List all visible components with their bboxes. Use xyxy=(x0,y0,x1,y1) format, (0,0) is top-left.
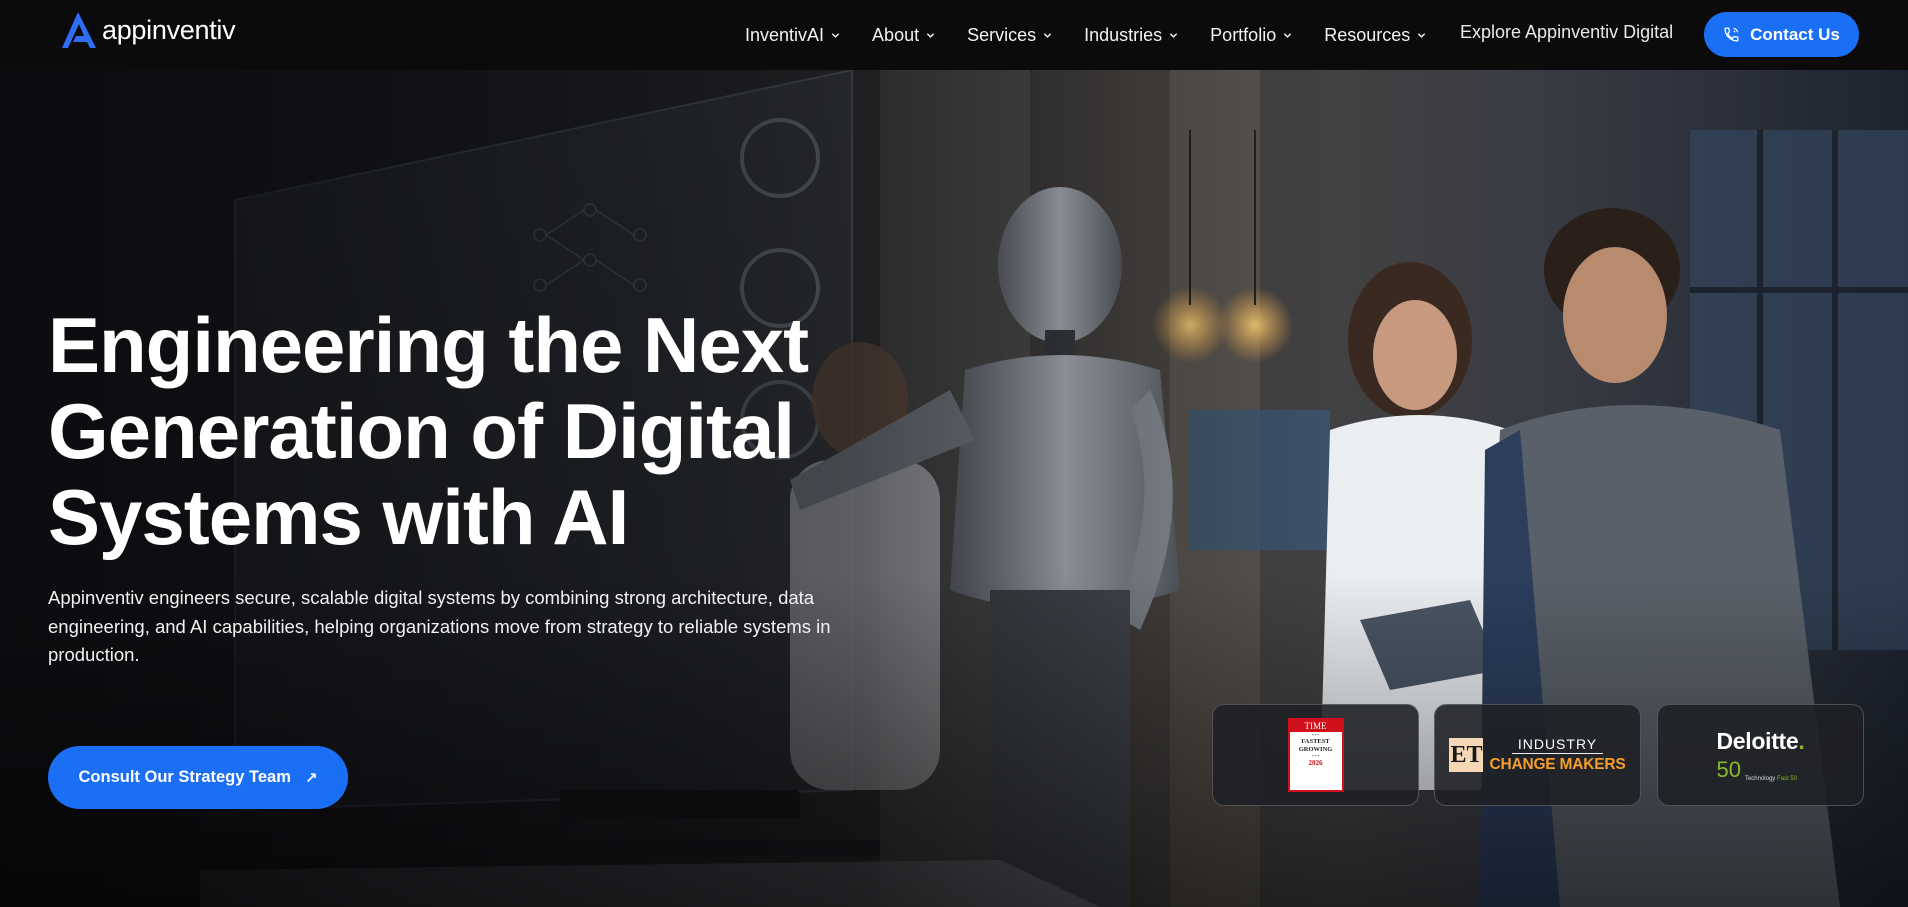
nav-label: About xyxy=(872,24,920,45)
et-line-2: CHANGE MAKERS xyxy=(1489,756,1626,773)
main-nav: InventivAI About Services Industries Por… xyxy=(745,0,1458,70)
chevron-down-icon xyxy=(1284,32,1292,38)
nav-label: Industries xyxy=(1084,24,1163,45)
et-badge: ET xyxy=(1449,738,1484,772)
nav-portfolio[interactable]: Portfolio xyxy=(1210,25,1292,46)
chevron-down-icon xyxy=(1418,32,1426,38)
chevron-down-icon xyxy=(831,32,840,38)
award-et-card: ET INDUSTRY CHANGE MAKERS xyxy=(1434,704,1641,806)
nav-about[interactable]: About xyxy=(872,25,935,46)
deloitte-fast50-logo: Deloitte. 50 Technology Fast 50 xyxy=(1716,728,1804,783)
hero-headline-line: Systems with AI xyxy=(48,473,629,561)
brand-name: appinventiv xyxy=(102,14,236,45)
award-deloitte-card: Deloitte. 50 Technology Fast 50 xyxy=(1657,704,1864,806)
nav-label: Resources xyxy=(1324,24,1411,45)
time-year: 2026 xyxy=(1308,759,1323,767)
arrow-up-right-icon: ↗ xyxy=(304,769,318,787)
nav-label: Services xyxy=(967,24,1037,45)
hero-description: Appinventiv engineers secure, scalable d… xyxy=(48,587,831,665)
site-header: appinventiv InventivAI About Services In… xyxy=(0,0,1908,70)
award-time-card: TIME ▪ ▪ ▪ FASTEST GROWING ▪ ▪ ▪ 2026 xyxy=(1212,704,1419,806)
hero-headline-line: Engineering the Next xyxy=(48,301,809,389)
time-line-1: FASTEST xyxy=(1301,738,1330,745)
nav-label: InventivAI xyxy=(745,24,825,45)
chevron-down-icon xyxy=(1043,32,1052,38)
time-line-2: GROWING xyxy=(1298,745,1333,753)
chevron-down-icon xyxy=(926,32,935,38)
time-fastest-growing-badge: TIME ▪ ▪ ▪ FASTEST GROWING ▪ ▪ ▪ 2026 xyxy=(1287,718,1344,792)
hero-headline-line: Generation of Digital xyxy=(48,387,795,475)
phone-icon xyxy=(1724,27,1739,42)
hero-headline: Engineering the Next Generation of Digit… xyxy=(48,302,848,560)
et-industry-changemakers-logo: ET INDUSTRY CHANGE MAKERS xyxy=(1449,736,1626,774)
nav-label: Portfolio xyxy=(1210,24,1277,45)
deloitte-name: Deloitte xyxy=(1716,727,1799,754)
nav-industries[interactable]: Industries xyxy=(1084,25,1178,46)
contact-us-label: Contact Us xyxy=(1750,24,1840,44)
time-masthead: TIME xyxy=(1289,720,1342,732)
appinventiv-logo-icon xyxy=(62,12,96,48)
contact-us-button[interactable]: Contact Us xyxy=(1704,12,1859,57)
nav-inventivai[interactable]: InventivAI xyxy=(745,25,840,46)
deloitte-subtitle: Technology Fast 50 xyxy=(1745,776,1797,783)
nav-resources[interactable]: Resources xyxy=(1324,25,1426,46)
consult-strategy-team-button[interactable]: Consult Our Strategy Team ↗ xyxy=(48,746,348,809)
nav-services[interactable]: Services xyxy=(967,25,1052,46)
deloitte-number: 50 xyxy=(1716,756,1741,782)
hero-section: Engineering the Next Generation of Digit… xyxy=(0,70,1908,907)
et-line-1: INDUSTRY xyxy=(1511,736,1604,754)
brand-logo[interactable]: appinventiv xyxy=(60,10,236,50)
deloitte-sub-prefix: Technology xyxy=(1744,775,1776,782)
chevron-down-icon xyxy=(1170,32,1178,38)
explore-digital-link[interactable]: Explore Appinventiv Digital xyxy=(1460,22,1673,43)
cta-label: Consult Our Strategy Team xyxy=(78,768,291,786)
deloitte-dot: . xyxy=(1798,727,1805,754)
deloitte-sub-accent: Fast 50 xyxy=(1776,775,1797,782)
